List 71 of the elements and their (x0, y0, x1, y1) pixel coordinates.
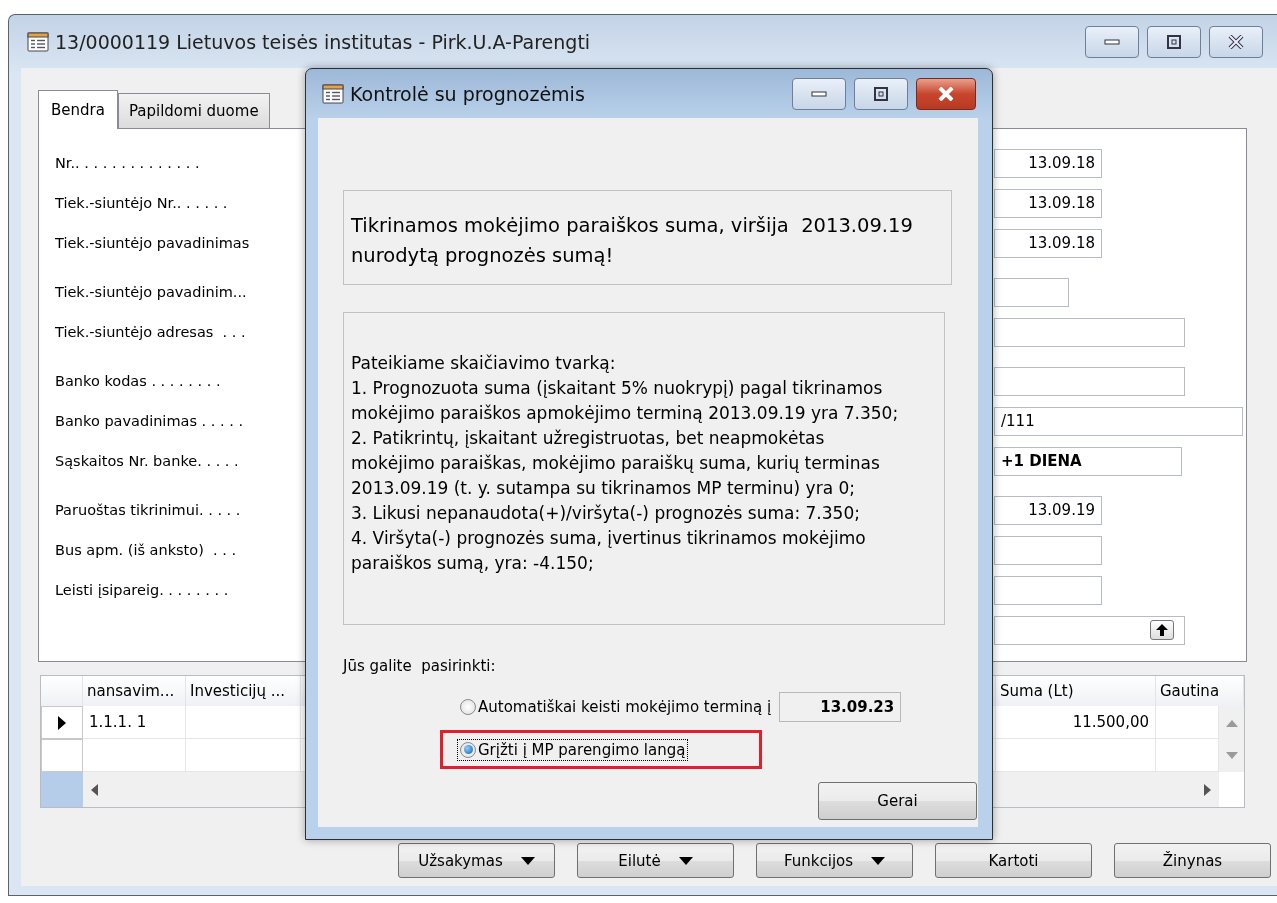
window-icon (27, 31, 49, 52)
field-label: Sąskaitos Nr. banke. . . . . (55, 453, 239, 469)
close-icon (938, 86, 954, 101)
radio-button[interactable]: Automatiškai keisti mokėjimo terminą į (458, 696, 774, 717)
column-header[interactable]: nansavim... (83, 676, 186, 706)
maximize-icon (1166, 34, 1182, 49)
column-header[interactable]: Suma (Lt) (996, 676, 1156, 706)
input-field[interactable]: +1 DIENA (994, 446, 1182, 476)
scroll-left-icon (91, 783, 98, 796)
lookup-field[interactable] (994, 615, 1185, 645)
input-field[interactable]: /111 (994, 406, 1243, 436)
caret-icon (871, 856, 886, 865)
arrow-up-icon (1156, 624, 1168, 636)
menu-button[interactable]: Funkcijos (756, 843, 913, 878)
scroll-down-icon (1225, 751, 1238, 760)
input-field[interactable]: 13.09.18 (994, 148, 1102, 178)
minimize-button[interactable] (792, 77, 846, 110)
row-selector[interactable] (41, 706, 83, 739)
field-label: Nr.. . . . . . . . . . . . . . (55, 155, 200, 171)
grid-corner (41, 772, 83, 807)
close-icon (1228, 34, 1244, 49)
column-header[interactable]: Gautina (1156, 676, 1244, 706)
field-label: Banko pavadinimas . . . . . (55, 413, 244, 429)
calculation-details: Pateikiame skaičiavimo tvarką: 1. Prognozuota suma (įskaitant 5% nuokrypį) pagal tikrinamos mokėjimo paraiškos apmokėjimo terminą 2013.09.19 yra 7.350; 2. Patikrintų, įskaitant užregistruotas, bet neapmokėtas mokėjimo paraiškas, mokėjimo paraiškų suma, kurių terminas 2013.09.19 (t. y. sutampa su tikrinamos MP terminu) yra 0; 3. Likusi nepanaudota(+)/viršyta(-) prognozės suma: 7.350; 4. Viršyta(-) prognozės suma, įvertinus tikrinamos mokėjimo paraiškos sumą, yra: -4.150; (343, 312, 945, 625)
header-corner (41, 676, 83, 706)
field-label: Banko kodas . . . . . . . . (55, 373, 221, 389)
menu-button[interactable]: Užsakymas (398, 843, 555, 878)
close-button[interactable] (1209, 25, 1263, 58)
radio-button[interactable]: Grįžti į MP parengimo langą (458, 739, 688, 760)
field-label: Paruoštas tikrinimui. . . . . (55, 502, 241, 518)
input-field[interactable] (994, 317, 1185, 347)
field-label: Tiek.-siuntėjo adresas . . . (55, 324, 246, 340)
caret-icon (678, 856, 693, 865)
scroll-up-icon (1225, 718, 1238, 727)
scroll-right-icon (1204, 783, 1211, 796)
current-row-icon (58, 715, 66, 730)
field-label: Leisti įsipareig. . . . . . . . (55, 582, 229, 598)
column-header[interactable]: Investicijų ... (186, 676, 301, 706)
warning-message: Tikrinamos mokėjimo paraiškos suma, viršija 2013.09.19 nurodytą prognozės sumą! (343, 190, 952, 285)
input-field[interactable]: 13.09.18 (994, 188, 1102, 218)
maximize-button[interactable] (1147, 25, 1201, 58)
input-field[interactable]: 13.09.18 (994, 228, 1102, 258)
field-label: Tiek.-siuntėjo pavadinim... (55, 284, 247, 300)
input-field[interactable] (994, 575, 1102, 605)
prompt-label: Jūs galite pasirinkti: (343, 657, 496, 675)
ok-button[interactable]: Gerai (818, 782, 977, 820)
up-button[interactable] (1150, 620, 1174, 640)
field-label: Bus apm. (iš anksto) . . . (55, 542, 237, 558)
input-field[interactable] (994, 535, 1102, 565)
button[interactable]: Žinynas (1114, 843, 1271, 878)
window-icon (322, 83, 344, 104)
caret-icon (520, 856, 535, 865)
input-field[interactable] (994, 277, 1069, 307)
dialog-title: Kontrolė su prognozėmis (350, 82, 585, 105)
field-label: Tiek.-siuntėjo Nr.. . . . . . (55, 195, 228, 211)
button[interactable]: Kartoti (935, 843, 1092, 878)
date-field[interactable]: 13.09.23 (779, 691, 902, 722)
tab[interactable]: Bendra (38, 90, 118, 129)
maximize-button[interactable] (854, 77, 908, 110)
tab[interactable]: Papildomi duome (117, 93, 270, 128)
table-cell: 1.1.1. 1 (83, 706, 186, 739)
window-title: 13/0000119 Lietuvos teisės institutas - Pirk.U.A-Parengti (55, 30, 591, 53)
vertical-scrollbar[interactable] (1219, 706, 1244, 772)
input-field[interactable] (994, 366, 1185, 396)
maximize-icon (873, 86, 889, 101)
input-field[interactable]: 13.09.19 (994, 495, 1102, 525)
table-cell: 11.500,00 (996, 706, 1156, 739)
menu-button[interactable]: Eilutė (577, 843, 734, 878)
close-button[interactable] (916, 77, 976, 110)
field-label: Tiek.-siuntėjo pavadinimas (55, 235, 250, 251)
minimize-button[interactable] (1085, 25, 1139, 58)
